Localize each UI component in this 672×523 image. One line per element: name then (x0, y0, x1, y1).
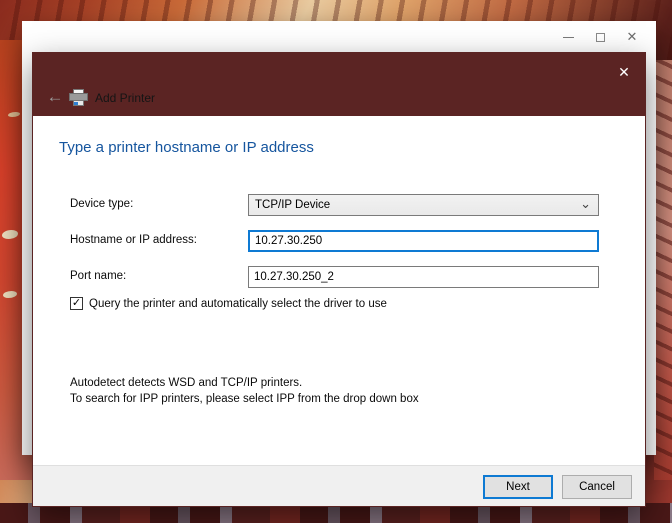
page-title: Type a printer hostname or IP address (59, 139, 314, 156)
close-icon: ✕ (626, 29, 638, 44)
hostname-field-wrap (248, 230, 599, 252)
device-type-select[interactable]: TCP/IP Device ⌄ (248, 194, 599, 216)
check-icon: ✓ (71, 297, 82, 309)
query-printer-checkbox-label: Query the printer and automatically sele… (89, 297, 387, 310)
autodetect-info: Autodetect detects WSD and TCP/IP printe… (70, 375, 419, 407)
next-button[interactable]: Next (483, 475, 553, 499)
query-printer-checkbox[interactable]: ✓ (70, 297, 83, 310)
dialog-title: Add Printer (95, 91, 156, 105)
maximize-icon (595, 32, 605, 42)
autodetect-info-line2: To search for IPP printers, please selec… (70, 393, 419, 405)
add-printer-dialog: ✕ ← Add Printer Type a printer hostname … (32, 52, 646, 507)
close-button[interactable]: ✕ (616, 24, 648, 50)
hostname-label: Hostname or IP address: (70, 234, 197, 246)
dialog-title-row: Add Printer (69, 89, 155, 107)
device-type-label: Device type: (70, 198, 134, 210)
back-button[interactable]: ← (43, 86, 67, 108)
wallpaper-right-band (654, 60, 672, 480)
maximize-button[interactable] (584, 24, 616, 50)
printer-icon (69, 89, 88, 107)
port-name-input[interactable] (248, 266, 599, 288)
chevron-down-icon: ⌄ (580, 196, 591, 211)
cancel-button[interactable]: Cancel (562, 475, 632, 499)
port-name-field-wrap (248, 266, 599, 288)
query-printer-checkbox-row: ✓ Query the printer and automatically se… (70, 297, 387, 310)
dialog-header: ✕ ← Add Printer (33, 53, 645, 116)
autodetect-info-line1: Autodetect detects WSD and TCP/IP printe… (70, 377, 303, 389)
hostname-input[interactable] (248, 230, 599, 252)
back-arrow-icon: ← (46, 87, 64, 106)
close-icon: ✕ (618, 63, 630, 80)
titlebar-controls: ✕ (552, 24, 648, 50)
minimize-icon (562, 36, 574, 38)
dialog-footer: Next Cancel (33, 465, 645, 506)
device-type-value: TCP/IP Device (255, 199, 331, 211)
dialog-close-button[interactable]: ✕ (609, 59, 639, 85)
port-name-label: Port name: (70, 270, 127, 282)
minimize-button[interactable] (552, 24, 584, 50)
